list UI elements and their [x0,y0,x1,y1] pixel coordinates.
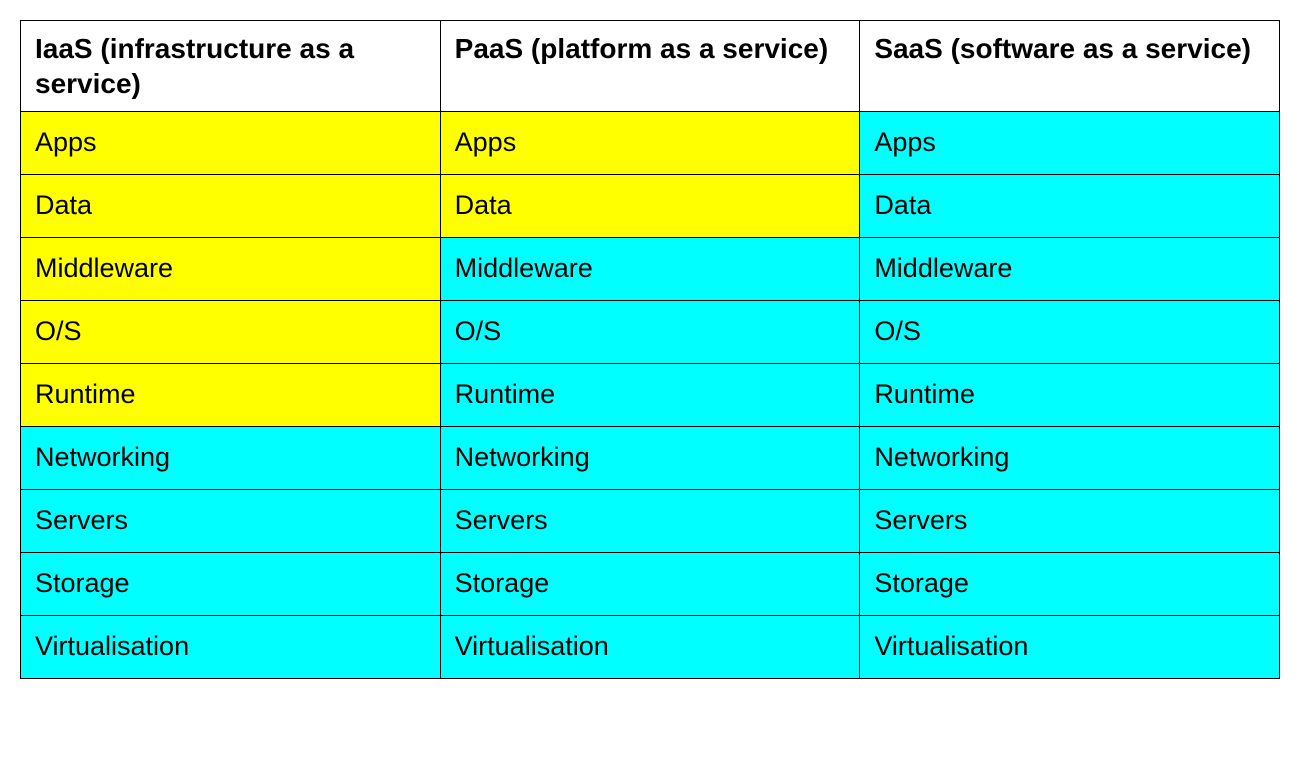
cell-paas-data: Data [440,175,860,238]
cell-iaas-storage: Storage [21,553,441,616]
table-row: StorageStorageStorage [21,553,1280,616]
cell-saas-o-s: O/S [860,301,1280,364]
cell-paas-runtime: Runtime [440,364,860,427]
cell-saas-virtualisation: Virtualisation [860,616,1280,679]
cell-saas-networking: Networking [860,427,1280,490]
table-row: ServersServersServers [21,490,1280,553]
cell-iaas-o-s: O/S [21,301,441,364]
cell-saas-data: Data [860,175,1280,238]
cell-saas-middleware: Middleware [860,238,1280,301]
cell-paas-apps: Apps [440,112,860,175]
column-header-iaas: IaaS (infrastructure as a service) [21,21,441,112]
table-row: MiddlewareMiddlewareMiddleware [21,238,1280,301]
cell-iaas-networking: Networking [21,427,441,490]
cell-paas-virtualisation: Virtualisation [440,616,860,679]
column-header-paas: PaaS (platform as a service) [440,21,860,112]
table-body: AppsAppsAppsDataDataDataMiddlewareMiddle… [21,112,1280,679]
cell-saas-runtime: Runtime [860,364,1280,427]
cell-saas-servers: Servers [860,490,1280,553]
cell-paas-middleware: Middleware [440,238,860,301]
table-row: AppsAppsApps [21,112,1280,175]
cell-paas-storage: Storage [440,553,860,616]
column-header-saas: SaaS (software as a service) [860,21,1280,112]
table-header-row: IaaS (infrastructure as a service) PaaS … [21,21,1280,112]
table-row: NetworkingNetworkingNetworking [21,427,1280,490]
cell-paas-o-s: O/S [440,301,860,364]
cell-saas-apps: Apps [860,112,1280,175]
cell-iaas-middleware: Middleware [21,238,441,301]
cell-paas-networking: Networking [440,427,860,490]
cell-iaas-virtualisation: Virtualisation [21,616,441,679]
cell-iaas-runtime: Runtime [21,364,441,427]
cell-saas-storage: Storage [860,553,1280,616]
cell-iaas-data: Data [21,175,441,238]
cell-iaas-servers: Servers [21,490,441,553]
cloud-service-models-table-container: IaaS (infrastructure as a service) PaaS … [0,0,1302,699]
cell-iaas-apps: Apps [21,112,441,175]
table-row: RuntimeRuntimeRuntime [21,364,1280,427]
cell-paas-servers: Servers [440,490,860,553]
table-row: VirtualisationVirtualisationVirtualisati… [21,616,1280,679]
table-row: DataDataData [21,175,1280,238]
cloud-service-models-table: IaaS (infrastructure as a service) PaaS … [20,20,1280,679]
table-row: O/SO/SO/S [21,301,1280,364]
